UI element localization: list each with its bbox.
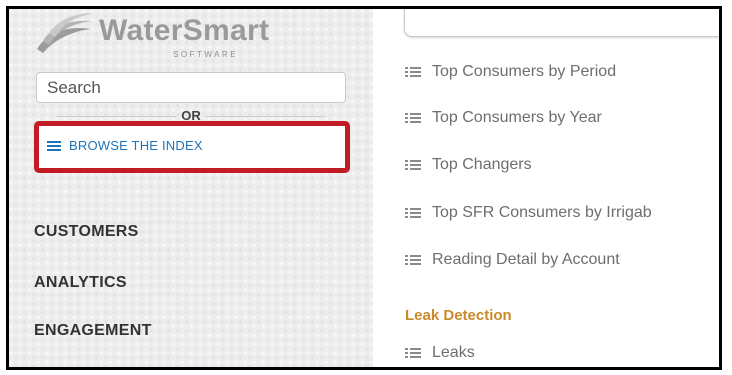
- report-link-top-consumers-by-year[interactable]: Top Consumers by Year: [405, 109, 602, 127]
- report-label: Top Consumers by Year: [432, 109, 602, 126]
- main-content: Top Consumers by Period Top Consumers by…: [373, 9, 719, 367]
- list-icon: [405, 347, 421, 359]
- list-icon: [405, 112, 421, 124]
- browse-index-label: BROWSE THE INDEX: [69, 138, 203, 153]
- hamburger-menu-icon: [47, 140, 61, 152]
- report-label: Leaks: [432, 344, 475, 361]
- report-link-top-sfr-consumers[interactable]: Top SFR Consumers by Irrigab: [405, 204, 652, 222]
- search-input[interactable]: [36, 72, 346, 103]
- nav-item-analytics[interactable]: ANALYTICS: [34, 274, 127, 292]
- nav-item-engagement[interactable]: ENGAGEMENT: [34, 322, 152, 340]
- report-link-top-consumers-by-period[interactable]: Top Consumers by Period: [405, 63, 616, 81]
- nav-item-customers[interactable]: CUSTOMERS: [34, 223, 139, 241]
- brand-logo[interactable]: WaterSmart SOFTWARE: [33, 11, 273, 59]
- water-waves-logo-icon: [37, 13, 93, 53]
- brand-name: WaterSmart: [99, 14, 270, 47]
- list-icon: [405, 159, 421, 171]
- list-icon: [405, 66, 421, 78]
- report-link-leaks[interactable]: Leaks: [405, 344, 475, 362]
- list-icon: [405, 254, 421, 266]
- sidebar: WaterSmart SOFTWARE OR BROWSE THE INDEX …: [9, 9, 373, 367]
- brand-tagline: SOFTWARE: [173, 50, 239, 59]
- divider-line: [206, 116, 326, 117]
- section-title-leak-detection: Leak Detection: [405, 307, 512, 324]
- report-label: Top Consumers by Period: [432, 63, 617, 80]
- list-icon: [405, 207, 421, 219]
- content-panel-header: [404, 9, 719, 37]
- app-window: WaterSmart SOFTWARE OR BROWSE THE INDEX …: [6, 6, 722, 370]
- browse-index-highlight: BROWSE THE INDEX: [34, 121, 350, 173]
- report-label: Top SFR Consumers by Irrigab: [432, 204, 652, 221]
- report-label: Top Changers: [432, 156, 532, 173]
- browse-index-link[interactable]: BROWSE THE INDEX: [47, 138, 203, 153]
- report-link-reading-detail-by-account[interactable]: Reading Detail by Account: [405, 251, 620, 269]
- report-label: Reading Detail by Account: [432, 251, 620, 268]
- report-link-top-changers[interactable]: Top Changers: [405, 156, 532, 174]
